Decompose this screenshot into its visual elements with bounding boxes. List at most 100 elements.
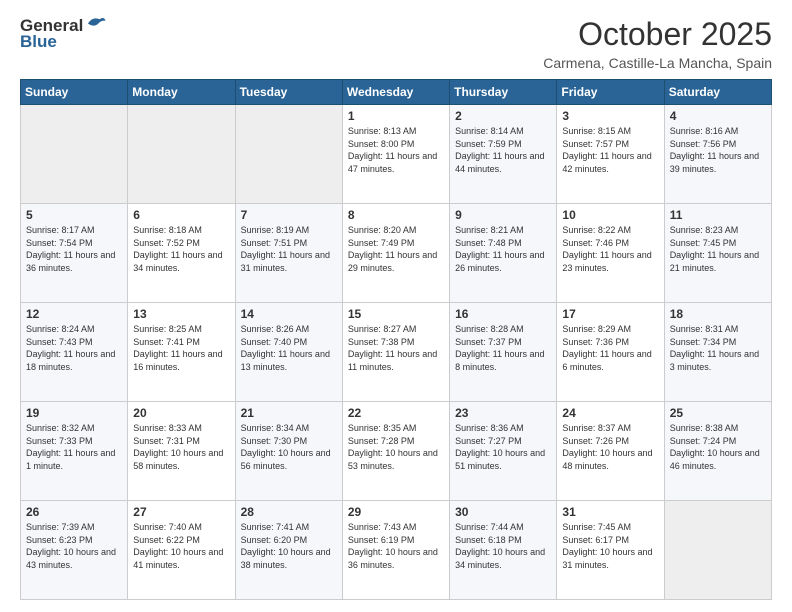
day-number: 7 (241, 208, 337, 222)
calendar-cell: 2 Sunrise: 8:14 AMSunset: 7:59 PMDaylight… (450, 105, 557, 204)
calendar-cell: 17 Sunrise: 8:29 AMSunset: 7:36 PMDayligh… (557, 303, 664, 402)
calendar-cell: 8 Sunrise: 8:20 AMSunset: 7:49 PMDaylight… (342, 204, 449, 303)
day-info: Sunrise: 8:26 AMSunset: 7:40 PMDaylight:… (241, 323, 337, 373)
calendar-cell: 6Sunrise: 8:18 AMSunset: 7:52 PMDaylight… (128, 204, 235, 303)
calendar-cell: 20 Sunrise: 8:33 AMSunset: 7:31 PMDayligh… (128, 402, 235, 501)
day-number: 1 (348, 109, 444, 123)
day-info: Sunrise: 8:23 AMSunset: 7:45 PMDaylight:… (670, 224, 766, 274)
calendar-cell: 25 Sunrise: 8:38 AMSunset: 7:24 PMDayligh… (664, 402, 771, 501)
day-info: Sunrise: 8:37 AMSunset: 7:26 PMDaylight:… (562, 422, 658, 472)
day-info: Sunrise: 8:36 AMSunset: 7:27 PMDaylight:… (455, 422, 551, 472)
calendar-cell: 11 Sunrise: 8:23 AMSunset: 7:45 PMDayligh… (664, 204, 771, 303)
day-info: Sunrise: 8:27 AMSunset: 7:38 PMDaylight:… (348, 323, 444, 373)
day-info: Sunrise: 8:13 AMSunset: 8:00 PMDaylight:… (348, 125, 444, 175)
day-info: Sunrise: 8:35 AMSunset: 7:28 PMDaylight:… (348, 422, 444, 472)
calendar-cell: 12 Sunrise: 8:24 AMSunset: 7:43 PMDayligh… (21, 303, 128, 402)
day-number: 26 (26, 505, 122, 519)
calendar-cell: 22 Sunrise: 8:35 AMSunset: 7:28 PMDayligh… (342, 402, 449, 501)
day-info: Sunrise: 8:20 AMSunset: 7:49 PMDaylight:… (348, 224, 444, 274)
day-info: Sunrise: 7:43 AMSunset: 6:19 PMDaylight:… (348, 521, 444, 571)
day-number: 21 (241, 406, 337, 420)
calendar-cell: 1 Sunrise: 8:13 AMSunset: 8:00 PMDaylight… (342, 105, 449, 204)
day-number: 2 (455, 109, 551, 123)
day-number: 15 (348, 307, 444, 321)
calendar-cell: 4Sunrise: 8:16 AMSunset: 7:56 PMDaylight… (664, 105, 771, 204)
calendar-cell: 14 Sunrise: 8:26 AMSunset: 7:40 PMDayligh… (235, 303, 342, 402)
day-info: Sunrise: 8:14 AMSunset: 7:59 PMDaylight:… (455, 125, 551, 175)
col-header-tuesday: Tuesday (235, 80, 342, 105)
day-info: Sunrise: 8:18 AMSunset: 7:52 PMDaylight:… (133, 224, 229, 274)
col-header-thursday: Thursday (450, 80, 557, 105)
calendar-table: Sunday Monday Tuesday Wednesday Thursday… (20, 79, 772, 600)
day-info: Sunrise: 8:31 AMSunset: 7:34 PMDaylight:… (670, 323, 766, 373)
day-number: 5 (26, 208, 122, 222)
calendar-cell: 29Sunrise: 7:43 AMSunset: 6:19 PMDayligh… (342, 501, 449, 600)
col-header-wednesday: Wednesday (342, 80, 449, 105)
calendar-cell: 13Sunrise: 8:25 AMSunset: 7:41 PMDayligh… (128, 303, 235, 402)
day-number: 3 (562, 109, 658, 123)
day-number: 11 (670, 208, 766, 222)
day-number: 10 (562, 208, 658, 222)
calendar-cell: 28 Sunrise: 7:41 AMSunset: 6:20 PMDayligh… (235, 501, 342, 600)
day-number: 28 (241, 505, 337, 519)
calendar-cell: 19Sunrise: 8:32 AMSunset: 7:33 PMDayligh… (21, 402, 128, 501)
calendar-cell: 7 Sunrise: 8:19 AMSunset: 7:51 PMDaylight… (235, 204, 342, 303)
col-header-friday: Friday (557, 80, 664, 105)
day-number: 8 (348, 208, 444, 222)
day-info: Sunrise: 7:44 AMSunset: 6:18 PMDaylight:… (455, 521, 551, 571)
day-info: Sunrise: 8:17 AMSunset: 7:54 PMDaylight:… (26, 224, 122, 274)
day-info: Sunrise: 8:19 AMSunset: 7:51 PMDaylight:… (241, 224, 337, 274)
col-header-saturday: Saturday (664, 80, 771, 105)
day-number: 13 (133, 307, 229, 321)
day-info: Sunrise: 8:24 AMSunset: 7:43 PMDaylight:… (26, 323, 122, 373)
calendar-week-row: 1 Sunrise: 8:13 AMSunset: 8:00 PMDaylight… (21, 105, 772, 204)
calendar-cell: 5 Sunrise: 8:17 AMSunset: 7:54 PMDaylight… (21, 204, 128, 303)
day-number: 22 (348, 406, 444, 420)
calendar-cell (664, 501, 771, 600)
day-info: Sunrise: 8:15 AMSunset: 7:57 PMDaylight:… (562, 125, 658, 175)
page: General Blue October 2025 Carmena, Casti… (0, 0, 792, 612)
calendar-week-row: 19Sunrise: 8:32 AMSunset: 7:33 PMDayligh… (21, 402, 772, 501)
calendar-cell: 15 Sunrise: 8:27 AMSunset: 7:38 PMDayligh… (342, 303, 449, 402)
day-info: Sunrise: 7:41 AMSunset: 6:20 PMDaylight:… (241, 521, 337, 571)
calendar-week-row: 12 Sunrise: 8:24 AMSunset: 7:43 PMDayligh… (21, 303, 772, 402)
day-number: 14 (241, 307, 337, 321)
day-number: 27 (133, 505, 229, 519)
day-info: Sunrise: 7:40 AMSunset: 6:22 PMDaylight:… (133, 521, 229, 571)
day-number: 12 (26, 307, 122, 321)
calendar-cell (128, 105, 235, 204)
calendar-cell: 27 Sunrise: 7:40 AMSunset: 6:22 PMDayligh… (128, 501, 235, 600)
calendar-cell: 24 Sunrise: 8:37 AMSunset: 7:26 PMDayligh… (557, 402, 664, 501)
calendar-cell: 16Sunrise: 8:28 AMSunset: 7:37 PMDayligh… (450, 303, 557, 402)
calendar-cell: 9Sunrise: 8:21 AMSunset: 7:48 PMDaylight… (450, 204, 557, 303)
calendar-cell: 31Sunrise: 7:45 AMSunset: 6:17 PMDayligh… (557, 501, 664, 600)
title-block: October 2025 Carmena, Castille-La Mancha… (543, 16, 772, 71)
calendar-cell (21, 105, 128, 204)
header: General Blue October 2025 Carmena, Casti… (20, 16, 772, 71)
day-number: 25 (670, 406, 766, 420)
day-info: Sunrise: 8:38 AMSunset: 7:24 PMDaylight:… (670, 422, 766, 472)
day-number: 24 (562, 406, 658, 420)
day-info: Sunrise: 8:22 AMSunset: 7:46 PMDaylight:… (562, 224, 658, 274)
day-number: 23 (455, 406, 551, 420)
month-title: October 2025 (543, 16, 772, 53)
day-info: Sunrise: 8:16 AMSunset: 7:56 PMDaylight:… (670, 125, 766, 175)
calendar-cell: 30 Sunrise: 7:44 AMSunset: 6:18 PMDayligh… (450, 501, 557, 600)
day-info: Sunrise: 7:39 AMSunset: 6:23 PMDaylight:… (26, 521, 122, 571)
calendar-header-row: Sunday Monday Tuesday Wednesday Thursday… (21, 80, 772, 105)
day-number: 30 (455, 505, 551, 519)
calendar-cell: 21 Sunrise: 8:34 AMSunset: 7:30 PMDayligh… (235, 402, 342, 501)
calendar-cell: 18 Sunrise: 8:31 AMSunset: 7:34 PMDayligh… (664, 303, 771, 402)
calendar-week-row: 26 Sunrise: 7:39 AMSunset: 6:23 PMDayligh… (21, 501, 772, 600)
calendar-cell: 26 Sunrise: 7:39 AMSunset: 6:23 PMDayligh… (21, 501, 128, 600)
day-info: Sunrise: 8:29 AMSunset: 7:36 PMDaylight:… (562, 323, 658, 373)
day-number: 17 (562, 307, 658, 321)
day-number: 18 (670, 307, 766, 321)
calendar-week-row: 5 Sunrise: 8:17 AMSunset: 7:54 PMDaylight… (21, 204, 772, 303)
day-info: Sunrise: 8:28 AMSunset: 7:37 PMDaylight:… (455, 323, 551, 373)
day-number: 20 (133, 406, 229, 420)
day-info: Sunrise: 8:33 AMSunset: 7:31 PMDaylight:… (133, 422, 229, 472)
day-info: Sunrise: 8:34 AMSunset: 7:30 PMDaylight:… (241, 422, 337, 472)
calendar-cell: 23 Sunrise: 8:36 AMSunset: 7:27 PMDayligh… (450, 402, 557, 501)
logo: General Blue (20, 16, 107, 52)
